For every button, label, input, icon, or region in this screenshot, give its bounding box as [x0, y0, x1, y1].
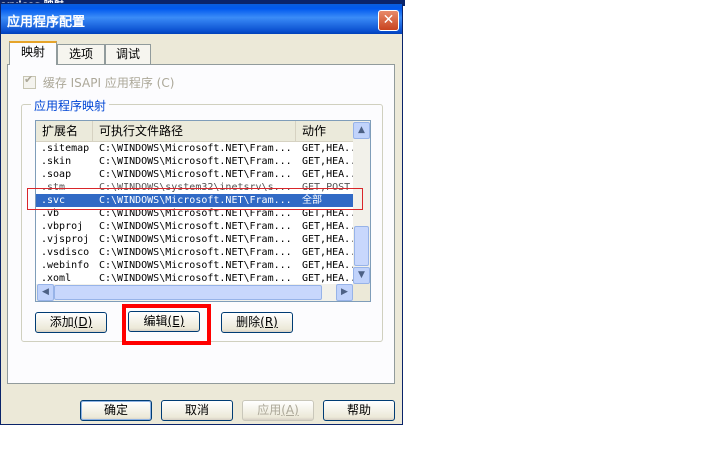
- tab-options[interactable]: 选项: [57, 44, 105, 64]
- app-config-dialog: 应用程序配置 ✕ 映射 选项 调试 ✔ 缓存 ISAPI 应用程序 (C) 应用…: [0, 3, 403, 425]
- close-button[interactable]: ✕: [378, 10, 399, 31]
- row-extension: .vbproj: [41, 221, 84, 232]
- row-executable-path: C:\WINDOWS\Microsoft.NET\Fram...: [99, 221, 292, 232]
- arrow-down-icon: ▼: [358, 270, 365, 280]
- table-row[interactable]: .webinfo C:\WINDOWS\Microsoft.NET\Fram...…: [36, 259, 354, 272]
- remove-button-label: 删除: [236, 315, 261, 329]
- horizontal-scroll-thumb[interactable]: [54, 285, 322, 300]
- row-verbs: GET,HEA...: [302, 156, 354, 167]
- title-bar[interactable]: 应用程序配置 ✕: [1, 4, 402, 34]
- column-header-extension[interactable]: 扩展名: [36, 121, 93, 141]
- ok-button[interactable]: 确定: [80, 400, 152, 421]
- arrow-right-icon: ▶: [341, 287, 348, 297]
- table-row[interactable]: .soap C:\WINDOWS\Microsoft.NET\Fram... GET…: [36, 168, 354, 181]
- scroll-right-button[interactable]: ▶: [336, 284, 353, 301]
- checkmark-icon: ✔: [24, 73, 34, 86]
- vertical-scroll-thumb[interactable]: [354, 226, 369, 266]
- app-mappings-list[interactable]: 扩展名 可执行文件路径 动作 .sitemap C:\WINDOWS\Micros…: [35, 120, 371, 302]
- column-header-verbs[interactable]: 动作: [296, 121, 354, 141]
- row-extension: .vjsproj: [41, 234, 90, 245]
- apply-button-hotkey: (A): [281, 403, 299, 417]
- tab-debug[interactable]: 调试: [105, 44, 151, 64]
- row-executable-path: C:\WINDOWS\Microsoft.NET\Fram...: [99, 260, 292, 271]
- row-executable-path: C:\WINDOWS\Microsoft.NET\Fram...: [99, 143, 292, 154]
- tab-mappings-label: 映射: [20, 45, 45, 59]
- row-extension: .vsdisco: [41, 247, 90, 258]
- checkbox-box[interactable]: ✔: [23, 73, 36, 89]
- cancel-button-label: 取消: [184, 403, 209, 417]
- horizontal-scrollbar[interactable]: ◀ ▶: [36, 284, 354, 301]
- row-extension: .sitemap: [41, 143, 90, 154]
- remove-button-hotkey: (R): [260, 315, 278, 329]
- cancel-button[interactable]: 取消: [161, 400, 233, 421]
- row-extension: .skin: [41, 156, 72, 167]
- add-button-label: 添加: [49, 315, 74, 329]
- app-mappings-group-title: 应用程序映射: [31, 97, 110, 114]
- row-executable-path: C:\WINDOWS\Microsoft.NET\Fram...: [99, 169, 292, 180]
- add-button-hotkey: (D): [73, 315, 93, 329]
- scrollbar-corner: [353, 284, 370, 301]
- remove-button[interactable]: 删除(R): [221, 312, 293, 333]
- row-verbs: GET,HEA...: [302, 247, 354, 258]
- row-verbs: GET,HEA...: [302, 260, 354, 271]
- help-button[interactable]: 帮助: [323, 400, 395, 421]
- table-row[interactable]: .vsdisco C:\WINDOWS\Microsoft.NET\Fram...…: [36, 246, 354, 259]
- list-header: 扩展名 可执行文件路径 动作: [36, 121, 354, 142]
- table-row[interactable]: .skin C:\WINDOWS\Microsoft.NET\Fram... GET…: [36, 155, 354, 168]
- row-executable-path: C:\WINDOWS\Microsoft.NET\Fram...: [99, 156, 292, 167]
- svc-row-highlight-annotation: [27, 188, 363, 210]
- row-executable-path: C:\WINDOWS\Microsoft.NET\Fram...: [99, 247, 292, 258]
- cache-isapi-label: 缓存 ISAPI 应用程序 (C): [42, 76, 175, 90]
- column-header-executable-path[interactable]: 可执行文件路径: [93, 121, 296, 141]
- scroll-down-button[interactable]: ▼: [353, 267, 370, 284]
- row-verbs: GET,HEA...: [302, 234, 354, 245]
- arrow-up-icon: ▲: [358, 125, 365, 135]
- scroll-left-button[interactable]: ◀: [37, 284, 54, 301]
- window-title: 应用程序配置: [7, 15, 86, 30]
- scroll-up-button[interactable]: ▲: [353, 122, 370, 139]
- add-button[interactable]: 添加(D): [35, 312, 107, 333]
- close-icon: ✕: [382, 12, 395, 28]
- table-row[interactable]: .vbproj C:\WINDOWS\Microsoft.NET\Fram... G…: [36, 220, 354, 233]
- row-verbs: GET,HEA...: [302, 169, 354, 180]
- list-rows: .sitemap C:\WINDOWS\Microsoft.NET\Fram...…: [36, 142, 354, 285]
- row-verbs: GET,HEA...: [302, 221, 354, 232]
- tab-options-label: 选项: [68, 47, 93, 61]
- arrow-left-icon: ◀: [42, 287, 49, 297]
- apply-button[interactable]: 应用(A): [242, 400, 314, 421]
- table-row[interactable]: .vjsproj C:\WINDOWS\Microsoft.NET\Fram...…: [36, 233, 354, 246]
- row-executable-path: C:\WINDOWS\Microsoft.NET\Fram...: [99, 234, 292, 245]
- row-extension: .soap: [41, 169, 72, 180]
- help-button-label: 帮助: [346, 403, 371, 417]
- row-verbs: GET,HEA...: [302, 143, 354, 154]
- row-extension: .webinfo: [41, 260, 90, 271]
- edit-button-highlight-annotation: [122, 304, 211, 345]
- tab-mappings[interactable]: 映射: [9, 41, 57, 65]
- ok-button-label: 确定: [103, 403, 128, 417]
- tab-debug-label: 调试: [115, 47, 140, 61]
- table-row[interactable]: .sitemap C:\WINDOWS\Microsoft.NET\Fram...…: [36, 142, 354, 155]
- cache-isapi-checkbox[interactable]: ✔ 缓存 ISAPI 应用程序 (C): [23, 73, 175, 90]
- apply-button-label: 应用: [257, 403, 282, 417]
